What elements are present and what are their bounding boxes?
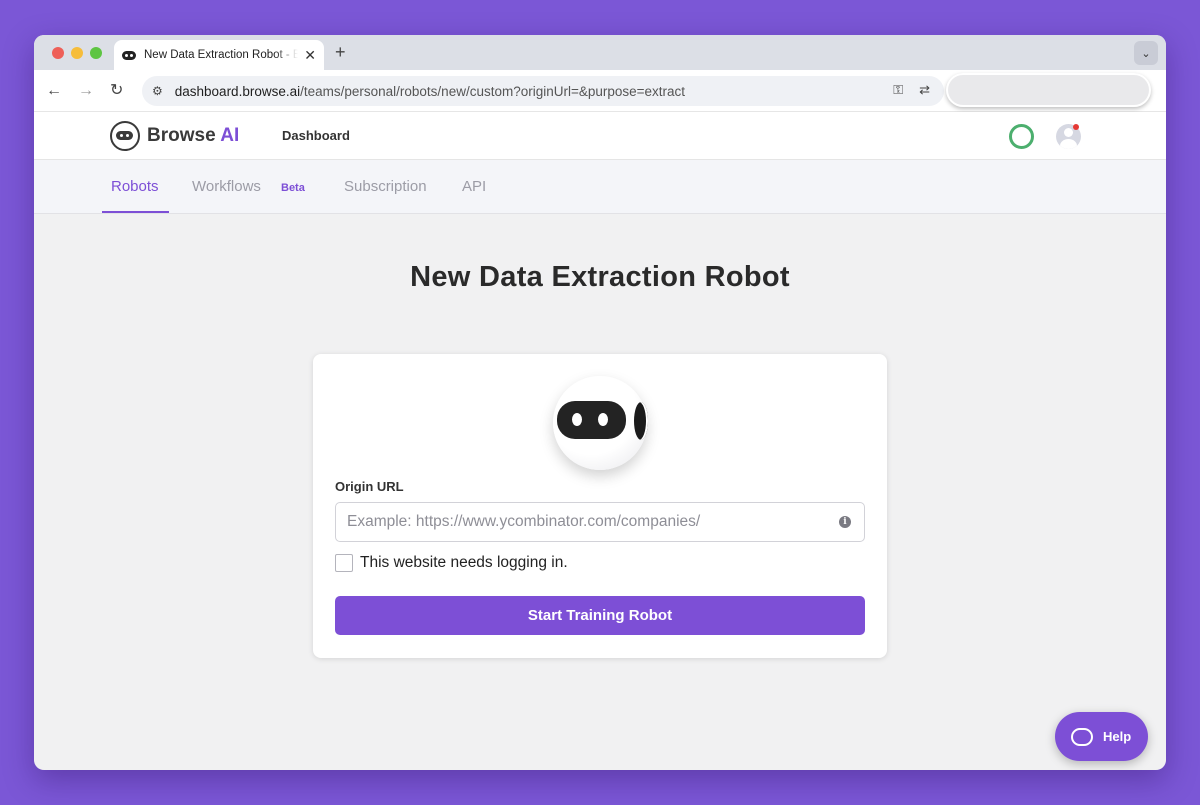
browser-toolbar: ← → ↻ ⚙ dashboard.browse.ai/teams/person… [34,70,1166,112]
brand-logo-text[interactable]: Browse AI [147,125,239,147]
tab-search-button[interactable]: ⌄ [1134,41,1158,65]
browse-ai-favicon-icon [122,50,136,60]
app-header: Browse AI Dashboard [34,112,1166,160]
active-tab-indicator [102,211,169,213]
new-robot-card: Origin URL i This website needs logging … [313,354,887,658]
back-arrow-icon[interactable]: ← [46,81,62,101]
notification-dot [1073,124,1079,130]
tab-workflows[interactable]: Workflows [192,178,261,195]
info-icon[interactable]: i [839,516,851,528]
address-bar[interactable]: ⚙ dashboard.browse.ai/teams/personal/rob… [142,76,944,106]
translate-icon[interactable]: ⇄ [919,82,930,98]
page-title: New Data Extraction Robot [410,261,790,293]
status-ring-icon[interactable] [1009,124,1034,149]
sub-nav: Robots Workflows Beta Subscription API [34,160,1166,214]
beta-badge: Beta [281,182,305,194]
reload-icon[interactable]: ↻ [110,81,123,101]
browse-ai-logo-icon[interactable] [110,121,140,151]
dashboard-link[interactable]: Dashboard [282,128,350,143]
profile-pill[interactable] [946,73,1151,107]
login-required-label[interactable]: This website needs logging in. [360,554,568,572]
robot-mascot-icon [553,376,648,470]
brand-suffix: AI [220,125,240,146]
chat-bubble-icon [1071,727,1093,746]
minimize-window-button[interactable] [71,47,83,59]
browser-tab[interactable]: New Data Extraction Robot - Browse AI ✕ [114,40,324,70]
site-settings-icon[interactable]: ⚙ [152,84,163,98]
origin-url-label: Origin URL [335,479,404,494]
maximize-window-button[interactable] [90,47,102,59]
key-icon[interactable]: ⚿ [893,82,903,98]
browser-window: New Data Extraction Robot - Browse AI ✕ … [34,35,1166,770]
new-tab-button[interactable]: + [335,42,346,63]
start-training-button[interactable]: Start Training Robot [335,596,865,635]
tab-robots[interactable]: Robots [111,178,159,195]
url-host: dashboard.browse.ai [174,83,301,99]
tab-api[interactable]: API [462,178,486,195]
brand-name: Browse [147,125,216,146]
tab-title: New Data Extraction Robot - Browse AI [144,49,299,61]
login-required-checkbox[interactable] [335,554,353,572]
help-button[interactable]: Help [1055,712,1148,761]
tab-close-icon[interactable]: ✕ [304,48,316,62]
origin-url-input[interactable] [335,502,865,542]
tab-strip: New Data Extraction Robot - Browse AI ✕ … [34,35,1166,70]
help-label: Help [1103,729,1132,744]
forward-arrow-icon[interactable]: → [78,81,94,101]
url-path: /teams/personal/robots/new/custom?origin… [300,83,686,99]
url-text[interactable]: dashboard.browse.ai/teams/personal/robot… [175,84,685,99]
close-window-button[interactable] [52,47,64,59]
tab-subscription[interactable]: Subscription [344,178,427,195]
